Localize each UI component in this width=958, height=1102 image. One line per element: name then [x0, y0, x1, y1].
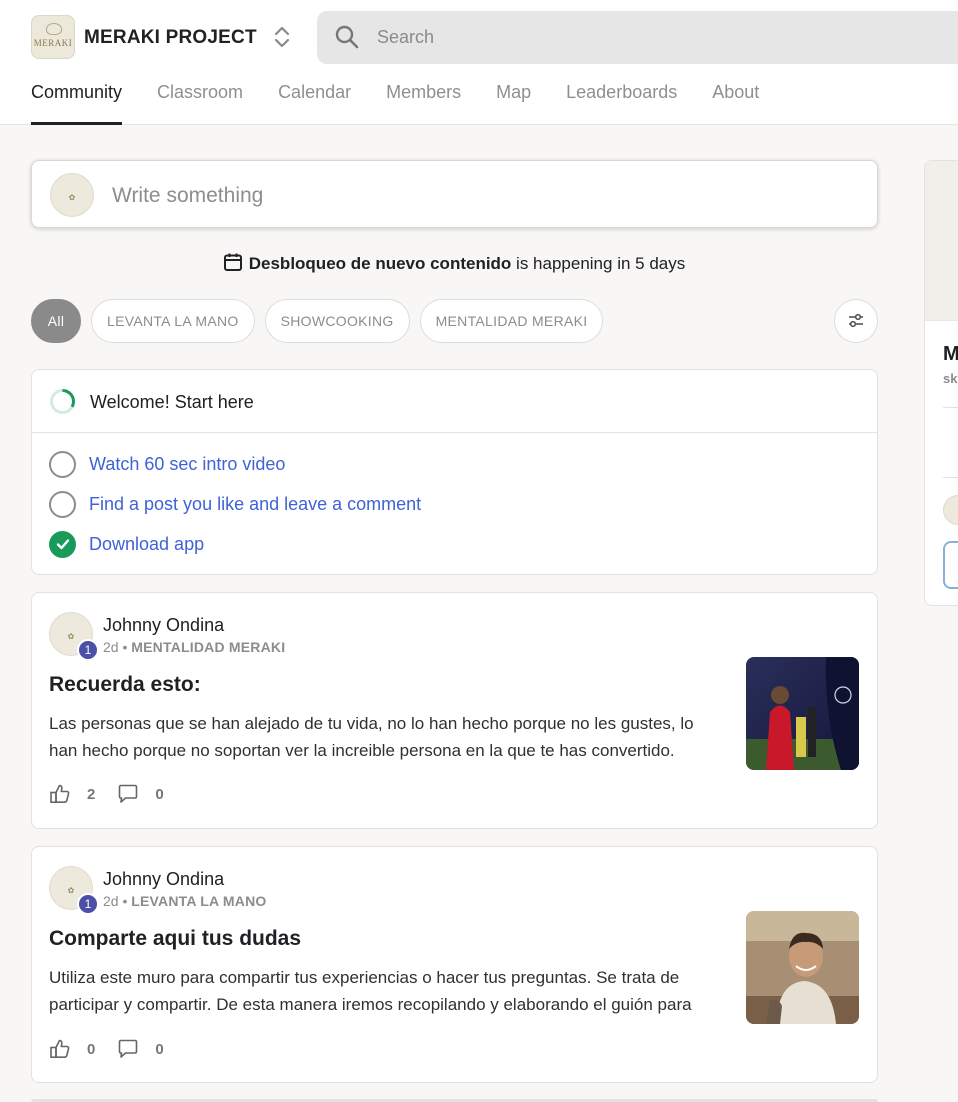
project-name[interactable]: MERAKI PROJECT [84, 27, 257, 49]
checkmark-icon [49, 530, 76, 558]
search-bar[interactable] [317, 11, 958, 64]
post-category[interactable]: LEVANTA LA MANO [131, 893, 266, 909]
person-photo [746, 911, 859, 1024]
logo-text: MERAKI [33, 38, 73, 48]
comment-count: 0 [155, 785, 164, 803]
like-thumb-icon[interactable] [49, 1038, 71, 1060]
comment-icon[interactable] [117, 783, 139, 805]
post-time: 2d [103, 893, 119, 909]
nav-tabs: Community Classroom Calendar Members Map… [31, 82, 794, 125]
post-category[interactable]: MENTALIDAD MERAKI [131, 639, 285, 655]
sliders-icon [849, 313, 863, 328]
tab-leaderboards[interactable]: Leaderboards [566, 82, 677, 125]
post-actions: 0 0 [49, 1038, 186, 1060]
filter-chip-levanta-la-mano[interactable]: LEVANTA LA MANO [91, 299, 255, 343]
tab-map[interactable]: Map [496, 82, 531, 125]
avatar-mark: ✿ [67, 885, 75, 895]
task-download-app[interactable]: Download app [49, 530, 204, 558]
avatar-mark: ✿ [67, 631, 75, 641]
search-input[interactable] [377, 11, 877, 64]
filter-chip-all[interactable]: All [31, 299, 81, 343]
post-time: 2d [103, 639, 119, 655]
post-card[interactable]: ✿ 1 Johnny Ondina 2d • MENTALIDAD MERAKI… [31, 592, 878, 829]
task-find-post[interactable]: Find a post you like and leave a comment [49, 490, 421, 518]
invite-button[interactable] [943, 541, 958, 589]
progress-ring-icon [50, 389, 75, 414]
post-title[interactable]: Comparte aqui tus dudas [49, 927, 301, 951]
like-thumb-icon[interactable] [49, 783, 71, 805]
group-info-card: M sk [924, 160, 958, 606]
group-url: sk [943, 371, 958, 386]
divider [943, 477, 958, 478]
filter-chip-showcooking[interactable]: SHOWCOOKING [264, 299, 410, 343]
event-title[interactable]: Desbloqueo de nuevo contenido [249, 254, 512, 273]
post-actions: 2 0 [49, 783, 186, 805]
task-watch-intro[interactable]: Watch 60 sec intro video [49, 450, 285, 478]
comment-icon[interactable] [117, 1038, 139, 1060]
member-avatar [943, 495, 958, 525]
author-name[interactable]: Johnny Ondina [103, 615, 224, 636]
top-header: MERAKI MERAKI PROJECT Community Classroo… [0, 0, 958, 125]
meta-separator: • [118, 893, 132, 909]
task-label: Find a post you like and leave a comment [89, 493, 422, 514]
category-filters: All LEVANTA LA MANO SHOWCOOKING MENTALID… [31, 299, 613, 343]
welcome-title: Welcome! Start here [90, 392, 254, 412]
calendar-icon [223, 253, 242, 271]
meta-separator: • [118, 639, 132, 655]
post-body[interactable]: Utiliza este muro para compartir tus exp… [49, 964, 724, 1018]
tab-members[interactable]: Members [386, 82, 461, 125]
avatar-mark: ✿ [68, 192, 76, 202]
tab-about[interactable]: About [712, 82, 759, 125]
post-body[interactable]: Las personas que se han alejado de tu vi… [49, 710, 724, 764]
post-thumbnail[interactable] [746, 657, 859, 770]
logo-mark-icon [46, 23, 62, 35]
post-card[interactable]: ✿ 1 Johnny Ondina 2d • LEVANTA LA MANO C… [31, 846, 878, 1083]
welcome-checklist-card: Welcome! Start here Watch 60 sec intro v… [31, 369, 878, 575]
welcome-header[interactable]: Welcome! Start here [32, 370, 877, 433]
comment-count: 0 [155, 1040, 164, 1058]
level-badge: 1 [77, 893, 99, 915]
stadium-photo [746, 657, 859, 770]
like-count: 0 [87, 1040, 96, 1058]
user-avatar: ✿ [50, 173, 94, 217]
event-suffix: is happening in 5 days [511, 254, 686, 273]
post-meta: 2d • LEVANTA LA MANO [103, 893, 266, 909]
post-meta: 2d • MENTALIDAD MERAKI [103, 639, 285, 655]
filter-settings-button[interactable] [834, 299, 878, 343]
group-cover-image [925, 161, 958, 321]
group-name[interactable]: M [943, 343, 958, 366]
community-logo[interactable]: MERAKI [31, 15, 75, 59]
filter-chip-mentalidad-meraki[interactable]: MENTALIDAD MERAKI [419, 299, 604, 343]
composer-placeholder: Write something [112, 184, 264, 207]
unchecked-circle-icon [49, 450, 76, 478]
divider [943, 407, 958, 408]
task-label: Watch 60 sec intro video [89, 453, 286, 474]
post-composer[interactable]: ✿ Write something [31, 160, 878, 228]
upcoming-event[interactable]: Desbloqueo de nuevo contenido is happeni… [0, 252, 908, 274]
tab-calendar[interactable]: Calendar [278, 82, 351, 125]
post-title[interactable]: Recuerda esto: [49, 673, 201, 697]
author-name[interactable]: Johnny Ondina [103, 869, 224, 890]
chevron-up-down-icon[interactable] [270, 24, 294, 50]
search-icon [335, 25, 359, 49]
tab-community[interactable]: Community [31, 82, 123, 125]
post-thumbnail[interactable] [746, 911, 859, 1024]
like-count: 2 [87, 785, 96, 803]
unchecked-circle-icon [49, 490, 76, 518]
level-badge: 1 [77, 639, 99, 661]
tab-classroom[interactable]: Classroom [157, 82, 243, 125]
task-label: Download app [89, 533, 205, 554]
